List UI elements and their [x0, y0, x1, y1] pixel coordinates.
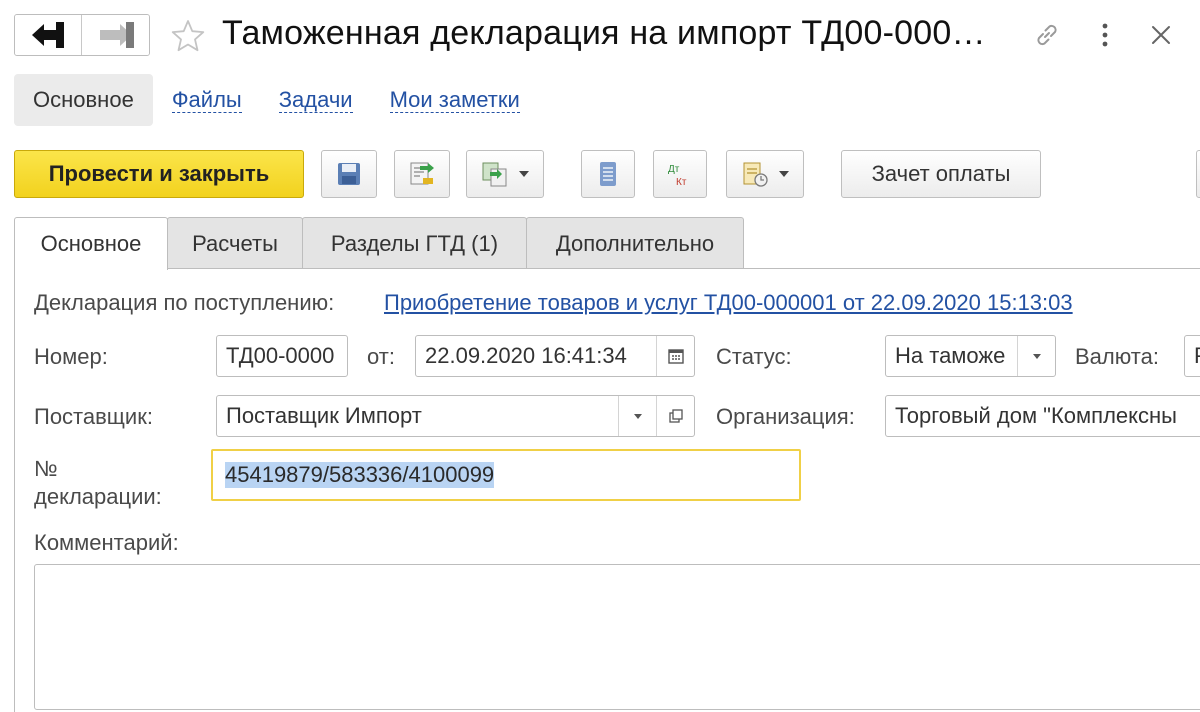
debit-credit-button[interactable]: Дт Кт [653, 150, 707, 198]
star-outline-icon [171, 20, 205, 52]
post-document-icon [410, 162, 434, 185]
comment-textarea[interactable] [34, 564, 1200, 710]
chevron-down-icon [779, 171, 789, 177]
calendar-button[interactable] [656, 336, 694, 376]
currency-field[interactable]: Р [1184, 335, 1200, 377]
declaration-label-line2: декларации: [34, 484, 162, 509]
receipt-label: Декларация по поступлению: [34, 290, 335, 315]
print-document-icon [743, 162, 768, 187]
chevron-down-icon [633, 413, 642, 419]
organization-field[interactable]: Торговый дом "Комплексны [885, 395, 1200, 437]
close-button[interactable] [1144, 18, 1178, 52]
print-button[interactable] [726, 150, 804, 198]
forward-button[interactable] [82, 15, 149, 55]
date-label: от: [367, 344, 395, 369]
declaration-number-value: 45419879/583336/4100099 [225, 462, 495, 488]
declaration-label-line1: № [34, 456, 58, 481]
section-tasks-link[interactable]: Задачи [278, 87, 353, 113]
svg-text:Дт: Дт [668, 164, 680, 175]
section-nav: Основное Файлы Задачи Мои заметки [14, 74, 538, 126]
svg-text:Кт: Кт [676, 177, 687, 188]
receipt-link[interactable]: Приобретение товаров и услуг ТД00-000001… [384, 290, 1073, 316]
back-button[interactable] [15, 15, 82, 55]
panel-border [14, 268, 15, 712]
toolbar: Провести и закрыть Дт Кт Зачет оплаты [14, 150, 1200, 198]
list-report-icon [600, 162, 616, 186]
currency-value: Р [1194, 343, 1200, 369]
status-value: На таможе [895, 343, 1006, 368]
supplier-label: Поставщик: [34, 404, 153, 429]
calendar-icon [667, 349, 684, 364]
open-window-icon [668, 409, 683, 423]
number-field[interactable]: ТД00-0000 [216, 335, 348, 377]
tab-gtd-sections[interactable]: Разделы ГТД (1) [302, 217, 527, 269]
supplier-field[interactable]: Поставщик Импорт [216, 395, 695, 437]
chevron-down-icon [519, 171, 529, 177]
comment-label: Комментарий: [34, 530, 179, 555]
status-dropdown-button[interactable] [1017, 336, 1055, 376]
section-files-link[interactable]: Файлы [171, 87, 242, 113]
arrow-left-icon [32, 22, 64, 48]
tab-additional[interactable]: Дополнительно [526, 217, 744, 269]
section-main[interactable]: Основное [14, 74, 153, 126]
history-nav [14, 14, 150, 56]
payment-offset-button[interactable]: Зачет оплаты [841, 150, 1041, 198]
section-notes-link[interactable]: Мои заметки [389, 87, 520, 113]
more-vertical-icon [1102, 23, 1108, 47]
more-actions-button[interactable] [1196, 150, 1200, 198]
save-icon [338, 163, 360, 185]
supplier-value: Поставщик Импорт [226, 403, 422, 428]
organization-value: Торговый дом "Комплексны [895, 403, 1177, 428]
supplier-open-button[interactable] [656, 396, 694, 436]
payment-offset-label: Зачет оплаты [871, 161, 1011, 186]
date-value: 22.09.2020 16:41:34 [425, 343, 627, 368]
date-field[interactable]: 22.09.2020 16:41:34 [415, 335, 695, 377]
supplier-dropdown-button[interactable] [618, 396, 656, 436]
arrow-right-icon [99, 22, 134, 48]
status-select[interactable]: На таможе [885, 335, 1056, 377]
link-icon [1037, 24, 1057, 46]
structure-button[interactable] [581, 150, 635, 198]
status-label: Статус: [716, 344, 792, 369]
close-icon [1152, 26, 1170, 44]
link-button[interactable] [1030, 18, 1064, 52]
post-and-close-button[interactable]: Провести и закрыть [14, 150, 304, 198]
tab-main[interactable]: Основное [14, 217, 168, 270]
declaration-number-input[interactable]: 45419879/583336/4100099 [211, 449, 801, 501]
save-button[interactable] [321, 150, 377, 198]
number-label: Номер: [34, 344, 108, 369]
more-button[interactable] [1088, 18, 1122, 52]
title-bar: Таможенная декларация на импорт ТД00-000… [0, 0, 1200, 72]
create-based-on-button[interactable] [466, 150, 544, 198]
window-title: Таможенная декларация на импорт ТД00-000… [222, 14, 986, 52]
form-tabs: Основное Расчеты Разделы ГТД (1) Дополни… [14, 217, 1200, 270]
tab-calculations[interactable]: Расчеты [167, 217, 303, 269]
debit-credit-icon: Дт Кт [668, 164, 687, 188]
organization-label: Организация: [716, 404, 855, 429]
create-based-on-icon [482, 162, 507, 187]
favorite-button[interactable] [170, 18, 206, 54]
currency-label: Валюта: [1075, 344, 1159, 369]
number-value: ТД00-0000 [226, 343, 335, 368]
tabs-divider [14, 268, 1200, 269]
chevron-down-icon [1032, 353, 1041, 359]
post-button[interactable] [394, 150, 450, 198]
